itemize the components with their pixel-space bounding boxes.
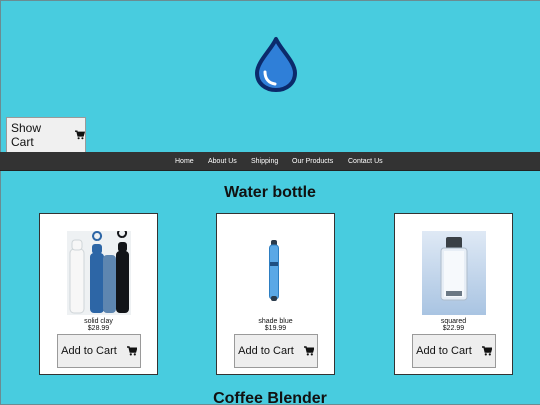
product-image-solid-clay: [67, 231, 131, 315]
nav-home[interactable]: Home: [175, 152, 194, 171]
add-to-cart-label: Add to Cart: [238, 345, 294, 357]
show-cart-button[interactable]: Show Cart: [6, 117, 86, 153]
nav-shipping[interactable]: Shipping: [251, 152, 278, 171]
cart-icon: [481, 346, 492, 356]
product-name: shade blue: [258, 318, 293, 325]
add-to-cart-label: Add to Cart: [61, 345, 117, 357]
cart-icon: [126, 346, 137, 356]
add-to-cart-button[interactable]: Add to Cart: [234, 334, 318, 368]
nav-about-us[interactable]: About Us: [208, 152, 237, 171]
product-name: solid clay: [84, 318, 113, 325]
section-title-coffee-blender: Coffee Blender: [213, 390, 327, 405]
add-to-cart-label: Add to Cart: [416, 345, 472, 357]
add-to-cart-button[interactable]: Add to Cart: [57, 334, 141, 368]
product-card: solid clay $28.99 Add to Cart: [39, 213, 158, 375]
nav-our-products[interactable]: Our Products: [292, 152, 333, 171]
product-image-squared: [422, 231, 486, 315]
show-cart-label: Show Cart: [11, 121, 42, 149]
section-title-water-bottle: Water bottle: [224, 184, 316, 201]
product-card: squared $22.99 Add to Cart: [394, 213, 513, 375]
water-drop-icon: [255, 37, 297, 92]
product-price: $22.99: [442, 325, 465, 332]
product-name: squared: [440, 318, 467, 325]
add-to-cart-button[interactable]: Add to Cart: [412, 334, 496, 368]
nav-contact-us[interactable]: Contact Us: [348, 152, 383, 171]
product-price: $19.99: [264, 325, 287, 332]
cart-icon: [75, 130, 85, 140]
cart-icon: [303, 346, 314, 356]
product-price: $28.99: [87, 325, 110, 332]
main-navbar: Home About Us Shipping Our Products Cont…: [0, 152, 540, 171]
product-card: shade blue $19.99 Add to Cart: [216, 213, 335, 375]
product-image-shade-blue: [269, 240, 279, 301]
